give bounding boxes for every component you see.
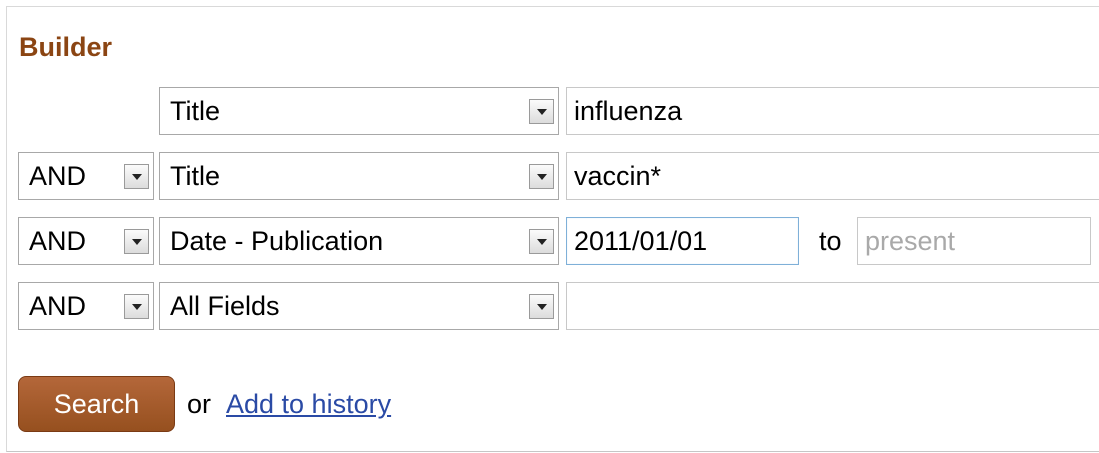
term-input-2[interactable]	[566, 152, 1099, 200]
field-select-value: Title	[170, 96, 221, 126]
date-range-to-label: to	[819, 226, 842, 256]
builder-row-2: AND Title	[7, 152, 1099, 200]
builder-row-4: AND All Fields	[7, 282, 1099, 330]
dropdown-arrow-icon[interactable]	[529, 164, 554, 189]
field-select-2[interactable]: Title	[159, 152, 559, 200]
dropdown-arrow-icon[interactable]	[529, 294, 554, 319]
dropdown-arrow-icon[interactable]	[529, 99, 554, 124]
add-to-history-link[interactable]: Add to history	[226, 376, 391, 432]
dropdown-arrow-icon[interactable]	[529, 229, 554, 254]
dropdown-arrow-icon[interactable]	[124, 294, 149, 319]
search-button[interactable]: Search	[18, 376, 175, 432]
field-select-4[interactable]: All Fields	[159, 282, 559, 330]
builder-row-1: Title	[7, 87, 1099, 135]
field-select-3[interactable]: Date - Publication	[159, 217, 559, 265]
date-end-input[interactable]	[857, 217, 1091, 265]
operator-select-value: AND	[29, 161, 87, 191]
builder-title: Builder	[19, 32, 113, 62]
or-text: or	[187, 389, 212, 419]
term-input-1[interactable]	[566, 87, 1099, 135]
field-select-value: All Fields	[170, 291, 280, 321]
operator-select-3[interactable]: AND	[18, 217, 154, 265]
field-select-1[interactable]: Title	[159, 87, 559, 135]
dropdown-arrow-icon[interactable]	[124, 229, 149, 254]
field-select-value: Title	[170, 161, 221, 191]
dropdown-arrow-icon[interactable]	[124, 164, 149, 189]
operator-select-value: AND	[29, 291, 87, 321]
operator-select-4[interactable]: AND	[18, 282, 154, 330]
date-start-input[interactable]	[566, 217, 799, 265]
operator-select-value: AND	[29, 226, 87, 256]
field-select-value: Date - Publication	[170, 226, 384, 256]
operator-select-2[interactable]: AND	[18, 152, 154, 200]
builder-panel: Builder Title AND Title AND Date - Publi…	[6, 6, 1099, 452]
builder-row-3: AND Date - Publication to	[7, 217, 1099, 265]
term-input-4[interactable]	[566, 282, 1099, 330]
